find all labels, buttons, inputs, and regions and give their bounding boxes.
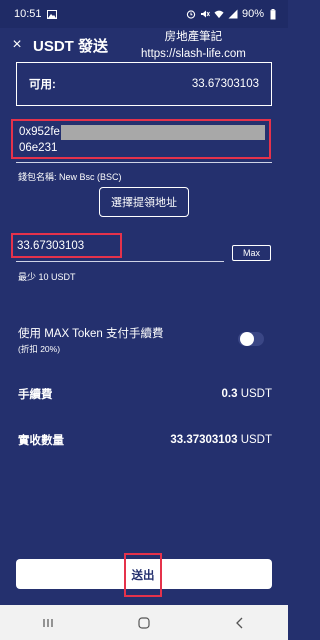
alarm-icon — [186, 9, 196, 19]
watermark-line1: 房地產筆記 — [164, 31, 223, 43]
watermark-line2: https://slash-life.com — [141, 48, 246, 60]
system-nav-bar — [0, 605, 288, 640]
battery-level: 90% — [241, 8, 264, 20]
network-label: 錢包名稱: New Bsc (BSC) — [18, 172, 122, 182]
fee-value: 0.3 — [221, 388, 238, 400]
received-value: 33.37303103 — [170, 434, 238, 446]
address-input[interactable]: 0x952fe 06e231 — [11, 119, 271, 159]
battery-icon — [268, 8, 278, 19]
received-unit: USDT — [240, 434, 272, 446]
status-bar: 10:51 90% — [0, 0, 288, 28]
toggle-knob — [240, 332, 254, 346]
amount-underline — [16, 261, 224, 262]
address-redaction — [61, 125, 265, 140]
page-title: USDT 發送 — [33, 37, 109, 55]
fee-label: 手續費 — [18, 389, 53, 401]
max-token-label: 使用 MAX Token 支付手續費 — [18, 328, 164, 340]
amount-input[interactable]: 33.67303103 — [11, 233, 122, 258]
address-underline — [16, 162, 272, 163]
max-token-discount: (折扣 20%) — [18, 344, 61, 354]
home-icon[interactable] — [129, 611, 159, 635]
signal-icon — [228, 9, 238, 19]
wifi-icon — [214, 9, 224, 19]
available-label: 可用: — [29, 79, 56, 91]
received-row: 實收數量 33.37303103 USDT — [18, 432, 272, 448]
address-line2: 06e231 — [19, 142, 58, 154]
minimum-amount-label: 最少 10 USDT — [18, 272, 76, 282]
available-balance-box: 可用: 33.67303103 — [16, 62, 272, 106]
max-button[interactable]: Max — [232, 245, 271, 261]
mute-icon — [200, 9, 210, 19]
select-address-button[interactable]: 選擇提領地址 — [99, 187, 189, 217]
received-value-group: 33.37303103 USDT — [170, 434, 272, 446]
fee-unit: USDT — [240, 388, 272, 400]
max-token-toggle[interactable] — [238, 332, 264, 346]
fee-value-group: 0.3 USDT — [221, 388, 272, 400]
back-icon[interactable] — [225, 611, 255, 635]
available-value: 33.67303103 — [191, 78, 259, 90]
received-label: 實收數量 — [18, 435, 64, 447]
submit-label[interactable]: 送出 — [124, 553, 162, 597]
watermark: 房地產筆記 https://slash-life.com — [141, 29, 246, 63]
recent-apps-icon[interactable] — [33, 611, 63, 635]
gallery-icon — [46, 9, 57, 19]
status-time: 10:51 — [14, 8, 42, 20]
fee-row: 手續費 0.3 USDT — [18, 386, 272, 402]
close-icon[interactable]: × — [4, 32, 30, 58]
